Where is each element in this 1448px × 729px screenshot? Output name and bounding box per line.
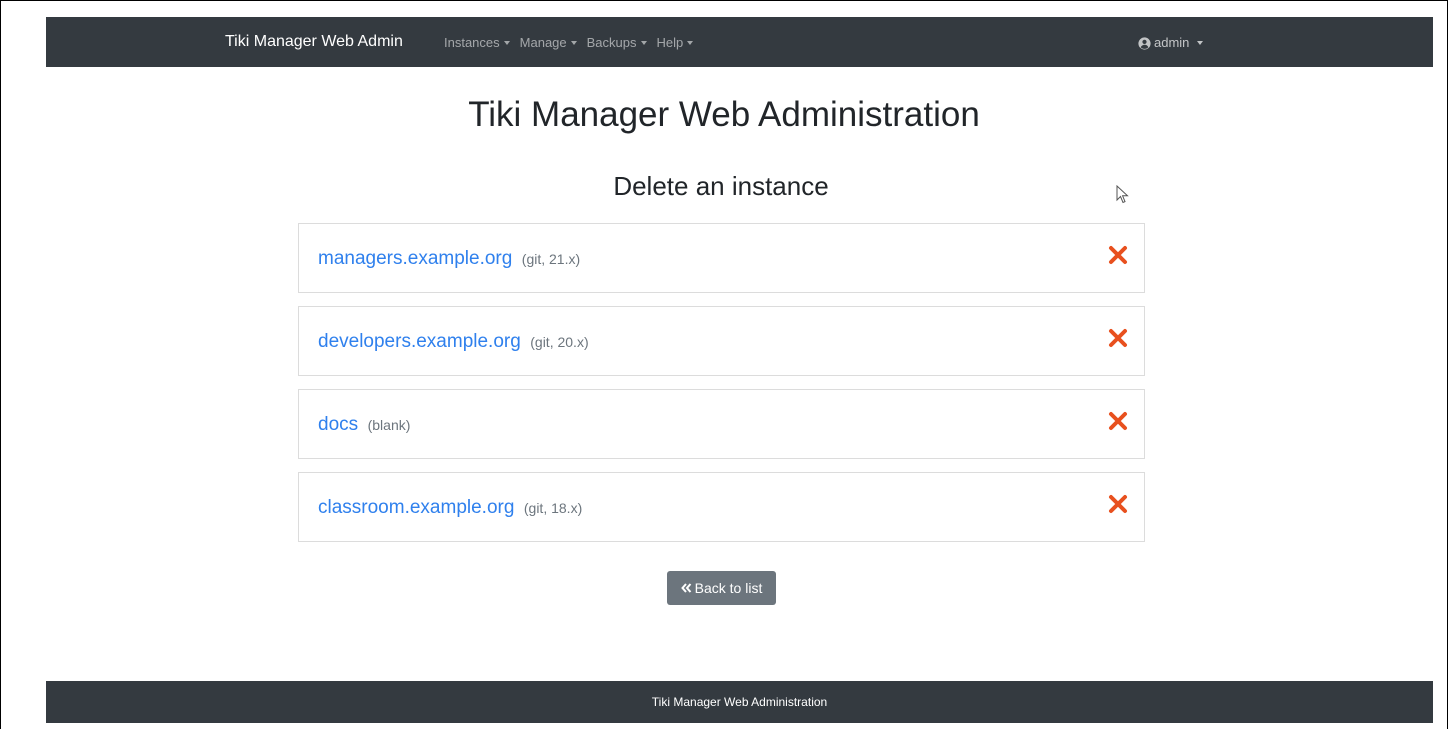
instance-meta: (git, 18.x) <box>523 500 583 516</box>
caret-down-icon <box>570 41 577 45</box>
back-button-label: Back to list <box>694 580 763 596</box>
instance-meta: (blank) <box>367 417 411 433</box>
instance-entry: docs (blank) <box>318 413 410 437</box>
delete-x-icon[interactable] <box>1108 328 1128 348</box>
user-circle-icon <box>1138 36 1151 50</box>
instance-link[interactable]: classroom.example.org <box>318 497 514 518</box>
instance-list: managers.example.org (git, 21.x) develop… <box>298 223 1145 555</box>
navbar-brand[interactable]: Tiki Manager Web Admin <box>225 32 403 52</box>
nav-manage-label: Manage <box>519 35 567 50</box>
page-title: Tiki Manager Web Administration <box>468 95 980 134</box>
user-menu-label: admin <box>1154 35 1190 50</box>
nav-help-dropdown[interactable]: Help <box>657 34 694 52</box>
caret-down-icon <box>687 41 694 45</box>
nav-help-label: Help <box>656 35 684 50</box>
footer-text: Tiki Manager Web Administration <box>651 695 828 709</box>
instance-link[interactable]: managers.example.org <box>318 248 512 269</box>
top-navbar: Tiki Manager Web Admin Instances Manage … <box>46 17 1433 67</box>
nav-instances-label: Instances <box>444 35 500 50</box>
instance-meta: (git, 20.x) <box>530 334 589 350</box>
double-angle-left-icon <box>680 583 691 593</box>
instance-meta: (git, 21.x) <box>521 251 581 267</box>
instance-list-item: developers.example.org (git, 20.x) <box>298 306 1145 376</box>
delete-x-icon[interactable] <box>1108 245 1128 265</box>
instance-entry: managers.example.org (git, 21.x) <box>318 247 580 271</box>
back-to-list-button[interactable]: Back to list <box>667 571 776 605</box>
page-footer: Tiki Manager Web Administration <box>46 681 1433 723</box>
instance-list-item: classroom.example.org (git, 18.x) <box>298 472 1145 542</box>
nav-manage-dropdown[interactable]: Manage <box>520 34 577 52</box>
nav-instances-dropdown[interactable]: Instances <box>444 34 510 52</box>
instance-entry: developers.example.org (git, 20.x) <box>318 330 589 354</box>
instance-entry: classroom.example.org (git, 18.x) <box>318 496 582 520</box>
user-menu-dropdown[interactable]: admin <box>1138 34 1204 52</box>
mouse-cursor-icon <box>1116 185 1129 204</box>
caret-down-icon <box>1197 41 1204 45</box>
delete-x-icon[interactable] <box>1108 494 1128 514</box>
nav-backups-dropdown[interactable]: Backups <box>587 34 647 52</box>
instance-link[interactable]: docs <box>318 414 358 435</box>
caret-down-icon <box>640 41 647 45</box>
section-title: Delete an instance <box>613 171 829 201</box>
instance-list-item: docs (blank) <box>298 389 1145 459</box>
caret-down-icon <box>503 41 510 45</box>
instance-list-item: managers.example.org (git, 21.x) <box>298 223 1145 293</box>
navbar-menu: Instances Manage Backups Help <box>444 34 703 52</box>
delete-x-icon[interactable] <box>1108 411 1128 431</box>
instance-link[interactable]: developers.example.org <box>318 331 521 352</box>
nav-backups-label: Backups <box>586 35 637 50</box>
